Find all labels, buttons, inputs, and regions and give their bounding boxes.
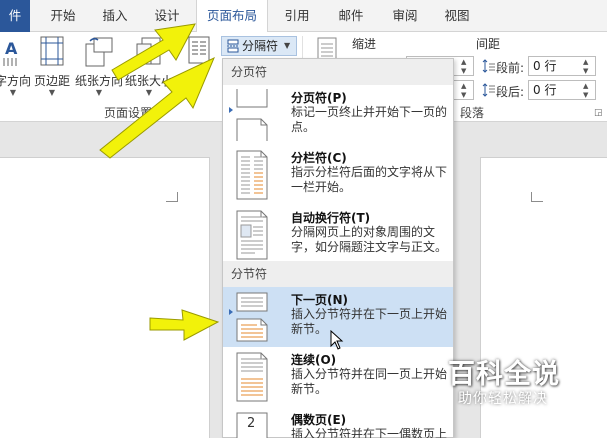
margins-icon xyxy=(39,36,65,71)
text-wrapping-break-icon xyxy=(235,209,271,264)
spin-up-icon[interactable]: ▲ xyxy=(583,82,593,90)
next-page-break-icon xyxy=(235,291,271,346)
indent-label: 缩进 xyxy=(352,37,377,51)
breaks-icon xyxy=(226,39,240,58)
space-before-input[interactable]: 0 行 ▲ ▼ xyxy=(528,56,596,76)
margin-corner-mark xyxy=(166,201,178,202)
tab-insert[interactable]: 插入 xyxy=(92,0,138,32)
spin-up-icon[interactable]: ▲ xyxy=(583,58,593,66)
tab-design[interactable]: 设计 xyxy=(144,0,190,32)
tab-home[interactable]: 开始 xyxy=(40,0,86,32)
page-setup-group-label: 页面设置 xyxy=(104,106,153,120)
menu-item-continuous[interactable]: 连续(O) 插入分节符并在同一页上开始新节。 xyxy=(223,347,453,407)
space-after-label: 段后: xyxy=(496,85,525,99)
breaks-dropdown-menu: 分页符 分页符(P) 标记一页终止并开始下一页的点。 分栏符(C) 指示分栏符后… xyxy=(222,58,454,438)
spacing-label: 间距 xyxy=(476,37,501,51)
chevron-down-icon: ▼ xyxy=(48,88,56,97)
text-direction-icon: A xyxy=(1,36,25,71)
tab-file[interactable]: 件 xyxy=(0,0,30,32)
dialog-launcher-icon[interactable]: ◲ xyxy=(594,108,603,118)
space-after-input[interactable]: 0 行 ▲ ▼ xyxy=(528,80,596,100)
tab-mailings[interactable]: 邮件 xyxy=(330,0,372,32)
spin-down-icon[interactable]: ▼ xyxy=(583,91,593,99)
text-direction-button[interactable]: A 字方向 ▼ xyxy=(0,32,32,108)
mouse-cursor-icon xyxy=(330,329,344,353)
even-page-break-icon: 2 xyxy=(235,411,271,438)
menu-item-page-break[interactable]: 分页符(P) 标记一页终止并开始下一页的点。 xyxy=(223,85,453,145)
paper-size-icon xyxy=(134,36,164,71)
column-break-icon xyxy=(235,149,271,204)
tab-page-layout[interactable]: 页面布局 xyxy=(196,0,268,33)
space-before-label: 段前: xyxy=(496,61,525,75)
menu-item-text-wrapping-break[interactable]: 自动换行符(T) 分隔网页上的对象周围的文字，如分隔题注文字与正文。 xyxy=(223,205,453,265)
breaks-button[interactable]: 分隔符 ▼ xyxy=(221,36,297,56)
section-breaks-section-header: 分节符 xyxy=(223,261,453,287)
spin-down-icon[interactable]: ▼ xyxy=(461,67,471,75)
tab-view[interactable]: 视图 xyxy=(436,0,478,32)
spin-up-icon[interactable]: ▲ xyxy=(461,58,471,66)
columns-icon xyxy=(188,36,210,67)
space-before-icon xyxy=(482,59,496,76)
chevron-down-icon: ▼ xyxy=(284,41,291,50)
chevron-down-icon: ▼ xyxy=(145,88,153,97)
page-breaks-section-header: 分页符 xyxy=(223,59,453,85)
document-page[interactable] xyxy=(0,157,210,438)
spin-up-icon[interactable]: ▲ xyxy=(461,82,471,90)
menu-item-even-page[interactable]: 2 偶数页(E) 插入分节符并在下一偶数页上 xyxy=(223,407,453,438)
svg-text:2: 2 xyxy=(247,416,255,431)
pointer-icon xyxy=(229,309,233,315)
orientation-button[interactable]: 纸张方向 ▼ xyxy=(74,32,124,108)
spin-down-icon[interactable]: ▼ xyxy=(583,67,593,75)
space-after-icon xyxy=(482,83,496,100)
page-break-icon xyxy=(235,89,271,144)
svg-text:A: A xyxy=(5,39,18,58)
chevron-down-icon: ▼ xyxy=(9,88,17,97)
chevron-down-icon: ▼ xyxy=(95,88,103,97)
margin-corner-mark xyxy=(531,201,543,202)
tab-references[interactable]: 引用 xyxy=(276,0,318,32)
columns-button[interactable] xyxy=(184,32,214,108)
ribbon-tab-bar: 件 开始 插入 设计 页面布局 引用 邮件 审阅 视图 xyxy=(0,0,607,33)
continuous-break-icon xyxy=(235,351,271,406)
margins-button[interactable]: 页边距 ▼ xyxy=(32,32,72,108)
spin-down-icon[interactable]: ▼ xyxy=(461,91,471,99)
paragraph-group-label: 段落 xyxy=(460,106,485,120)
size-button[interactable]: 纸张大小 ▼ xyxy=(124,32,174,108)
orientation-icon xyxy=(84,36,114,71)
tab-review[interactable]: 审阅 xyxy=(384,0,426,32)
watermark-logo: 百科全说 助你轻松解决 xyxy=(448,359,560,407)
menu-item-column-break[interactable]: 分栏符(C) 指示分栏符后面的文字将从下一栏开始。 xyxy=(223,145,453,205)
pointer-icon xyxy=(229,107,233,113)
